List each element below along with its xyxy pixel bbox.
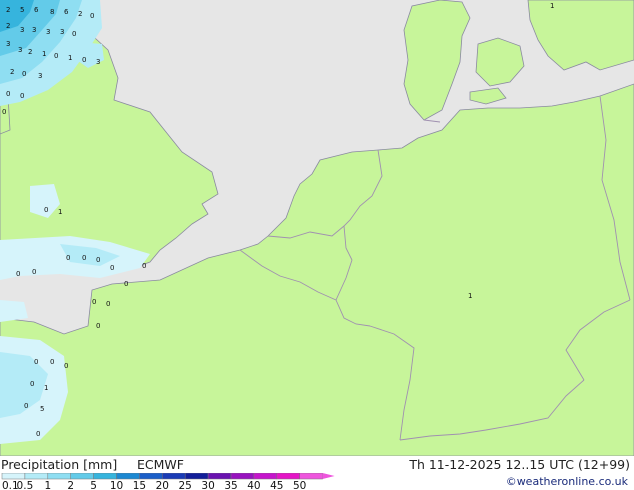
precip-value-label: 3 xyxy=(18,46,22,54)
valid-time: Th 11-12-2025 12..15 UTC (12+99) xyxy=(409,457,630,472)
color-scale-swatch xyxy=(162,473,186,480)
color-scale-tick: 0.5 xyxy=(17,480,34,490)
precip-value-label: 2 xyxy=(28,48,32,56)
color-scale-swatch xyxy=(24,473,49,480)
precip-value-label: 3 xyxy=(96,58,100,66)
color-scale-tick: 50 xyxy=(293,480,306,490)
precip-value-label: 2 xyxy=(78,10,82,18)
color-scale-swatch xyxy=(207,473,232,480)
color-scale-swatch xyxy=(253,473,278,480)
precip-value-label: 5 xyxy=(40,405,44,413)
color-scale-swatch xyxy=(116,473,140,480)
color-scale-swatch xyxy=(93,473,117,480)
color-scale-swatch xyxy=(299,473,323,480)
precip-value-label: 0 xyxy=(82,254,86,262)
precip-value-label: 1 xyxy=(468,292,472,300)
precip-value-label: 3 xyxy=(20,26,24,34)
precip-value-label: 0 xyxy=(24,402,28,410)
color-scale-swatch xyxy=(230,473,255,480)
color-scale-tick: 20 xyxy=(156,480,169,490)
precip-value-label: 2 xyxy=(10,68,14,76)
color-scale-swatch xyxy=(47,473,71,480)
precip-value-label: 0 xyxy=(90,12,94,20)
color-scale-tick: 5 xyxy=(90,480,97,490)
color-scale-tick: 45 xyxy=(270,480,283,490)
precip-value-label: 2 xyxy=(6,22,10,30)
precip-value-label: 0 xyxy=(72,30,76,38)
precip-value-label: 3 xyxy=(60,28,64,36)
precip-value-label: 0 xyxy=(96,322,100,330)
color-scale-bars xyxy=(1,473,335,480)
precip-value-label: 0 xyxy=(66,254,70,262)
precip-value-label: 1 xyxy=(44,384,48,392)
precip-value-label: 6 xyxy=(64,8,69,16)
precip-value-label: 0 xyxy=(6,90,10,98)
precip-value-label: 0 xyxy=(30,380,34,388)
precip-value-label: 0 xyxy=(32,268,36,276)
precip-value-label: 1 xyxy=(58,208,62,216)
precip-value-label: 0 xyxy=(44,206,48,214)
model-name: ECMWF xyxy=(137,457,184,472)
precip-value-label: 3 xyxy=(6,40,10,48)
precip-value-label: 6 xyxy=(34,6,39,14)
precip-value-label: 0 xyxy=(36,430,40,438)
precip-value-label: 1 xyxy=(42,50,46,58)
color-scale-arrow xyxy=(322,473,335,479)
precip-value-label: 8 xyxy=(50,8,54,16)
color-scale-tick: 15 xyxy=(133,480,146,490)
precip-value-label: 0 xyxy=(20,92,24,100)
color-scale-swatch xyxy=(70,473,94,480)
precip-value-label: 0 xyxy=(16,270,20,278)
precip-value-label: 0 xyxy=(64,362,68,370)
map-title: Precipitation [mm] xyxy=(1,457,118,472)
color-scale-tick: 1 xyxy=(44,480,51,490)
credit-link[interactable]: ©weatheronline.co.uk xyxy=(506,475,628,489)
precip-value-label: 0 xyxy=(22,70,26,78)
precip-value-label: 0 xyxy=(54,52,58,60)
precip-value-label: 1 xyxy=(68,54,72,62)
color-scale-tick: 30 xyxy=(201,480,214,490)
color-scale-swatch xyxy=(1,473,26,480)
precip-value-label: 2 xyxy=(6,6,10,14)
precip-value-label: 0 xyxy=(110,264,114,272)
color-scale-legend: 0.10.5 1 2 5 10 15 20 25 30 35 40 45 50 xyxy=(1,473,335,490)
color-scale-tick: 10 xyxy=(110,480,123,490)
precip-value-label: 0 xyxy=(96,256,100,264)
precip-value-label: 0 xyxy=(82,56,86,64)
precip-value-label: 0 xyxy=(2,108,6,116)
precip-value-label: 3 xyxy=(38,72,42,80)
precip-value-label: 0 xyxy=(50,358,54,366)
precip-value-label: 5 xyxy=(20,6,24,14)
color-scale-swatch xyxy=(184,473,209,480)
color-scale-tick: 25 xyxy=(179,480,192,490)
precipitation-map: 2 5 6 8 6 2 02 3 3 3 3 033 2 1 0 1 0 32 0 30 000 10 00 0 00000 00… xyxy=(0,0,634,456)
precip-value-label: 0 xyxy=(142,262,146,270)
color-scale-tick: 35 xyxy=(224,480,237,490)
color-scale-tick: 40 xyxy=(247,480,260,490)
precip-value-label: 1 xyxy=(550,2,554,10)
color-scale-swatch xyxy=(276,473,300,480)
precip-value-label: 0 xyxy=(106,300,110,308)
precip-value-label: 3 xyxy=(32,26,36,34)
color-scale-tick-labels: 0.10.5 1 2 5 10 15 20 25 30 35 40 45 50 xyxy=(2,480,306,490)
precip-value-label: 0 xyxy=(92,298,96,306)
color-scale-tick: 2 xyxy=(67,480,74,490)
color-scale-swatch xyxy=(139,473,163,480)
precip-value-label: 3 xyxy=(46,28,50,36)
precip-value-label: 0 xyxy=(34,358,38,366)
precip-value-label: 0 xyxy=(124,280,128,288)
